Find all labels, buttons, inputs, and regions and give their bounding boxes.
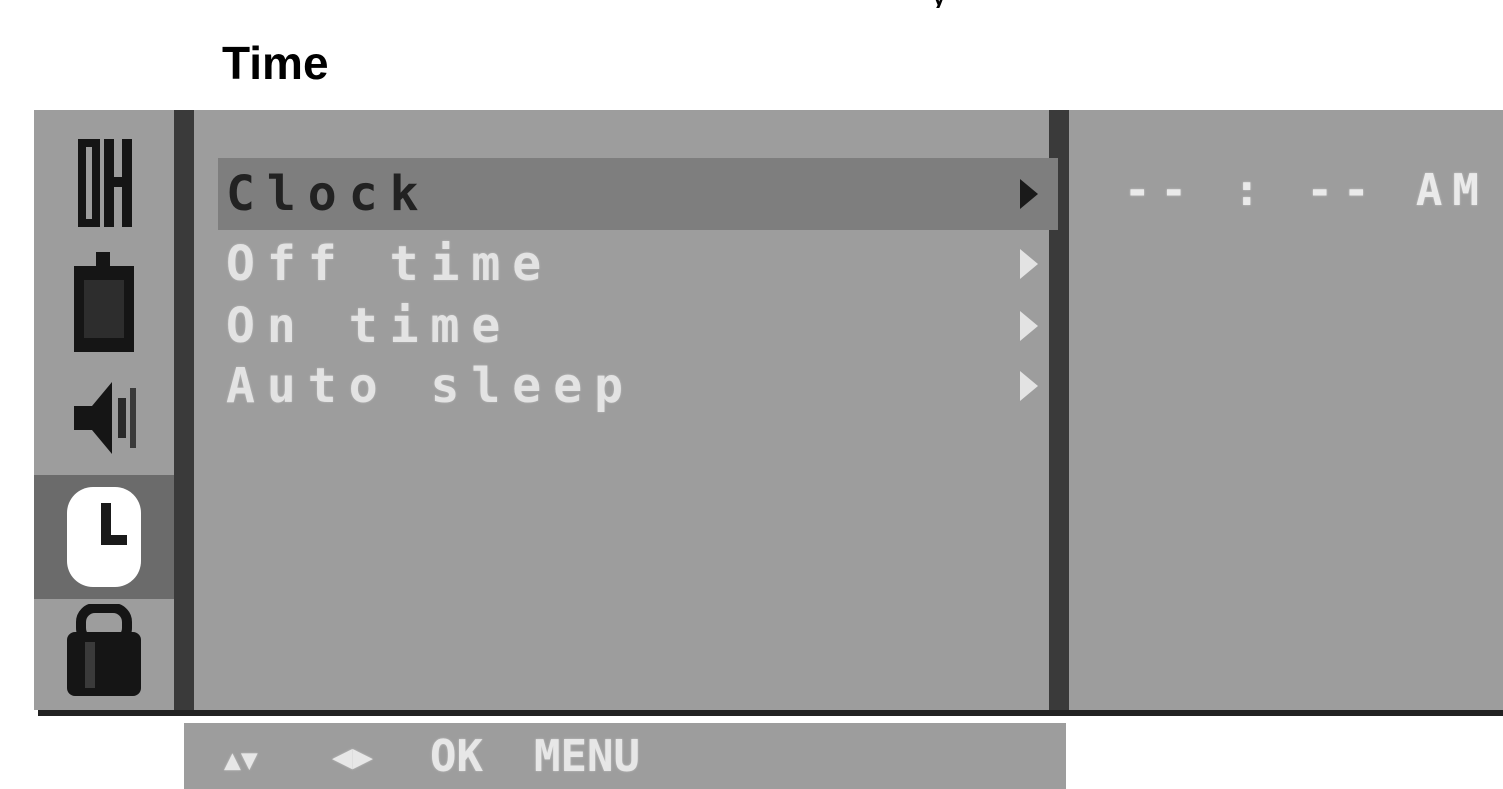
menu-item-off-time[interactable]: Off time bbox=[218, 232, 1058, 296]
speaker-icon[interactable] bbox=[34, 365, 174, 470]
ok-hint: OK bbox=[430, 731, 483, 782]
submenu-arrow-icon bbox=[1020, 249, 1038, 279]
picture-icon-glyph bbox=[74, 251, 134, 352]
menu-item-auto-sleep[interactable]: Auto sleep bbox=[218, 354, 1058, 418]
clock-icon[interactable] bbox=[34, 475, 174, 599]
ch-icon[interactable] bbox=[34, 128, 174, 238]
menu-item-on-time[interactable]: On time bbox=[218, 294, 1058, 358]
menu-item-label: Clock bbox=[226, 166, 431, 222]
sidebar bbox=[34, 110, 174, 710]
ch-icon-glyph bbox=[78, 139, 132, 227]
lock-icon-glyph bbox=[67, 604, 141, 696]
clock-icon-glyph bbox=[67, 487, 141, 587]
sidebar-divider bbox=[174, 110, 194, 710]
page-title: Time bbox=[222, 37, 329, 89]
cropped-glyph-top: y bbox=[930, 0, 970, 8]
menu-hint: MENU bbox=[534, 731, 640, 782]
menu-item-clock[interactable]: Clock bbox=[218, 158, 1058, 230]
submenu-arrow-icon bbox=[1020, 179, 1038, 209]
osd-bottom-border bbox=[38, 710, 1503, 716]
menu-item-label: On time bbox=[226, 298, 513, 354]
menu-item-label: Off time bbox=[226, 236, 554, 292]
help-bar: ▲▼ ◀▶ OK MENU bbox=[184, 723, 1066, 789]
nav-updown-icon: ▲▼ bbox=[224, 743, 258, 776]
menu-item-label: Auto sleep bbox=[226, 358, 635, 414]
speaker-icon-glyph bbox=[74, 381, 136, 454]
submenu-arrow-icon bbox=[1020, 311, 1038, 341]
submenu-arrow-icon bbox=[1020, 371, 1038, 401]
nav-leftright-icon: ◀▶ bbox=[332, 737, 373, 777]
lock-icon[interactable] bbox=[34, 602, 174, 702]
clock-value: -- : -- AM bbox=[1124, 165, 1489, 216]
picture-icon[interactable] bbox=[34, 245, 174, 360]
